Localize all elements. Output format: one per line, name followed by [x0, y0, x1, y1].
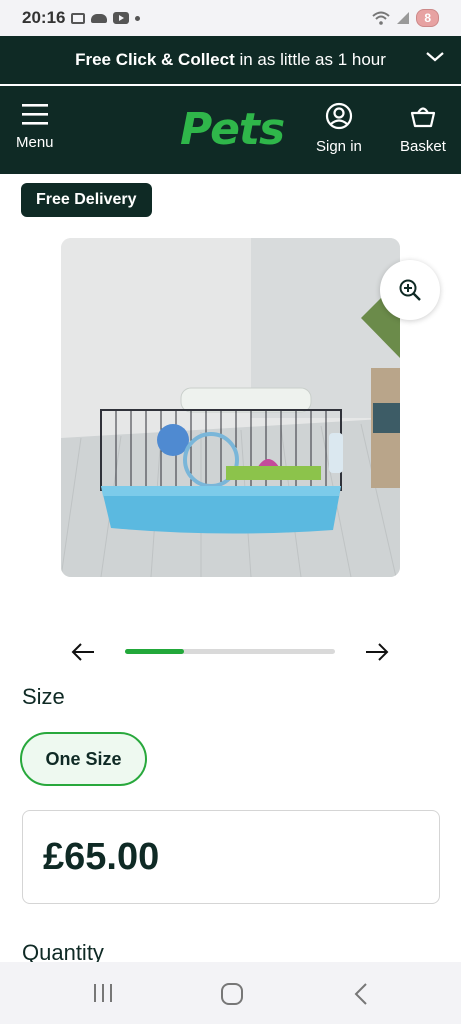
promo-text: Free Click & Collect in as little as 1 h…: [75, 50, 386, 70]
size-option-one-size[interactable]: One Size: [20, 732, 147, 786]
youtube-icon: [113, 12, 130, 24]
arrow-right-icon[interactable]: [364, 640, 390, 664]
signal-icon: [397, 12, 410, 24]
pets-logo[interactable]: Pets: [180, 104, 285, 155]
size-label: Size: [22, 684, 65, 709]
notification-dot-icon: [135, 15, 141, 21]
arrow-left-icon[interactable]: [70, 640, 96, 664]
system-nav-bar: [0, 962, 461, 1024]
basket-icon: [410, 107, 436, 128]
promo-banner[interactable]: Free Click & Collect in as little as 1 h…: [0, 36, 461, 84]
basket-button[interactable]: Basket: [400, 102, 446, 155]
hamburger-icon: [21, 104, 48, 125]
product-image[interactable]: [61, 238, 400, 577]
screenshot-icon: [71, 12, 86, 24]
gallery-progress-fill: [125, 649, 184, 654]
menu-button[interactable]: Menu: [16, 102, 54, 151]
sign-in-button[interactable]: Sign in: [316, 102, 362, 155]
hamster-cage-image: [61, 238, 400, 577]
gallery-navigation: [70, 640, 390, 664]
free-delivery-badge: Free Delivery: [21, 183, 152, 217]
user-icon: [325, 102, 353, 130]
zoom-button[interactable]: [380, 260, 440, 320]
back-icon[interactable]: [352, 982, 370, 1006]
wifi-icon: [372, 11, 390, 25]
chevron-down-icon[interactable]: [425, 50, 445, 64]
status-bar: 20:16 8: [0, 0, 461, 36]
gallery-progress-track: [125, 649, 335, 654]
menu-label: Menu: [16, 134, 54, 151]
status-left: 20:16: [22, 8, 141, 28]
product-price: £65.00: [43, 835, 160, 878]
battery-indicator: 8: [416, 9, 439, 27]
price-box: £65.00: [22, 810, 440, 904]
promo-rest: in as little as 1 hour: [234, 50, 386, 69]
zoom-in-icon: [399, 279, 421, 301]
cloud-icon: [91, 13, 108, 23]
basket-label: Basket: [400, 138, 446, 155]
sign-in-label: Sign in: [316, 138, 362, 155]
promo-bold: Free Click & Collect: [75, 50, 235, 69]
home-icon[interactable]: [220, 982, 244, 1006]
status-time: 20:16: [22, 8, 66, 27]
status-right: 8: [372, 9, 439, 27]
recent-apps-icon[interactable]: [92, 982, 114, 1004]
site-header: Menu Pets Sign in Basket: [0, 86, 461, 174]
